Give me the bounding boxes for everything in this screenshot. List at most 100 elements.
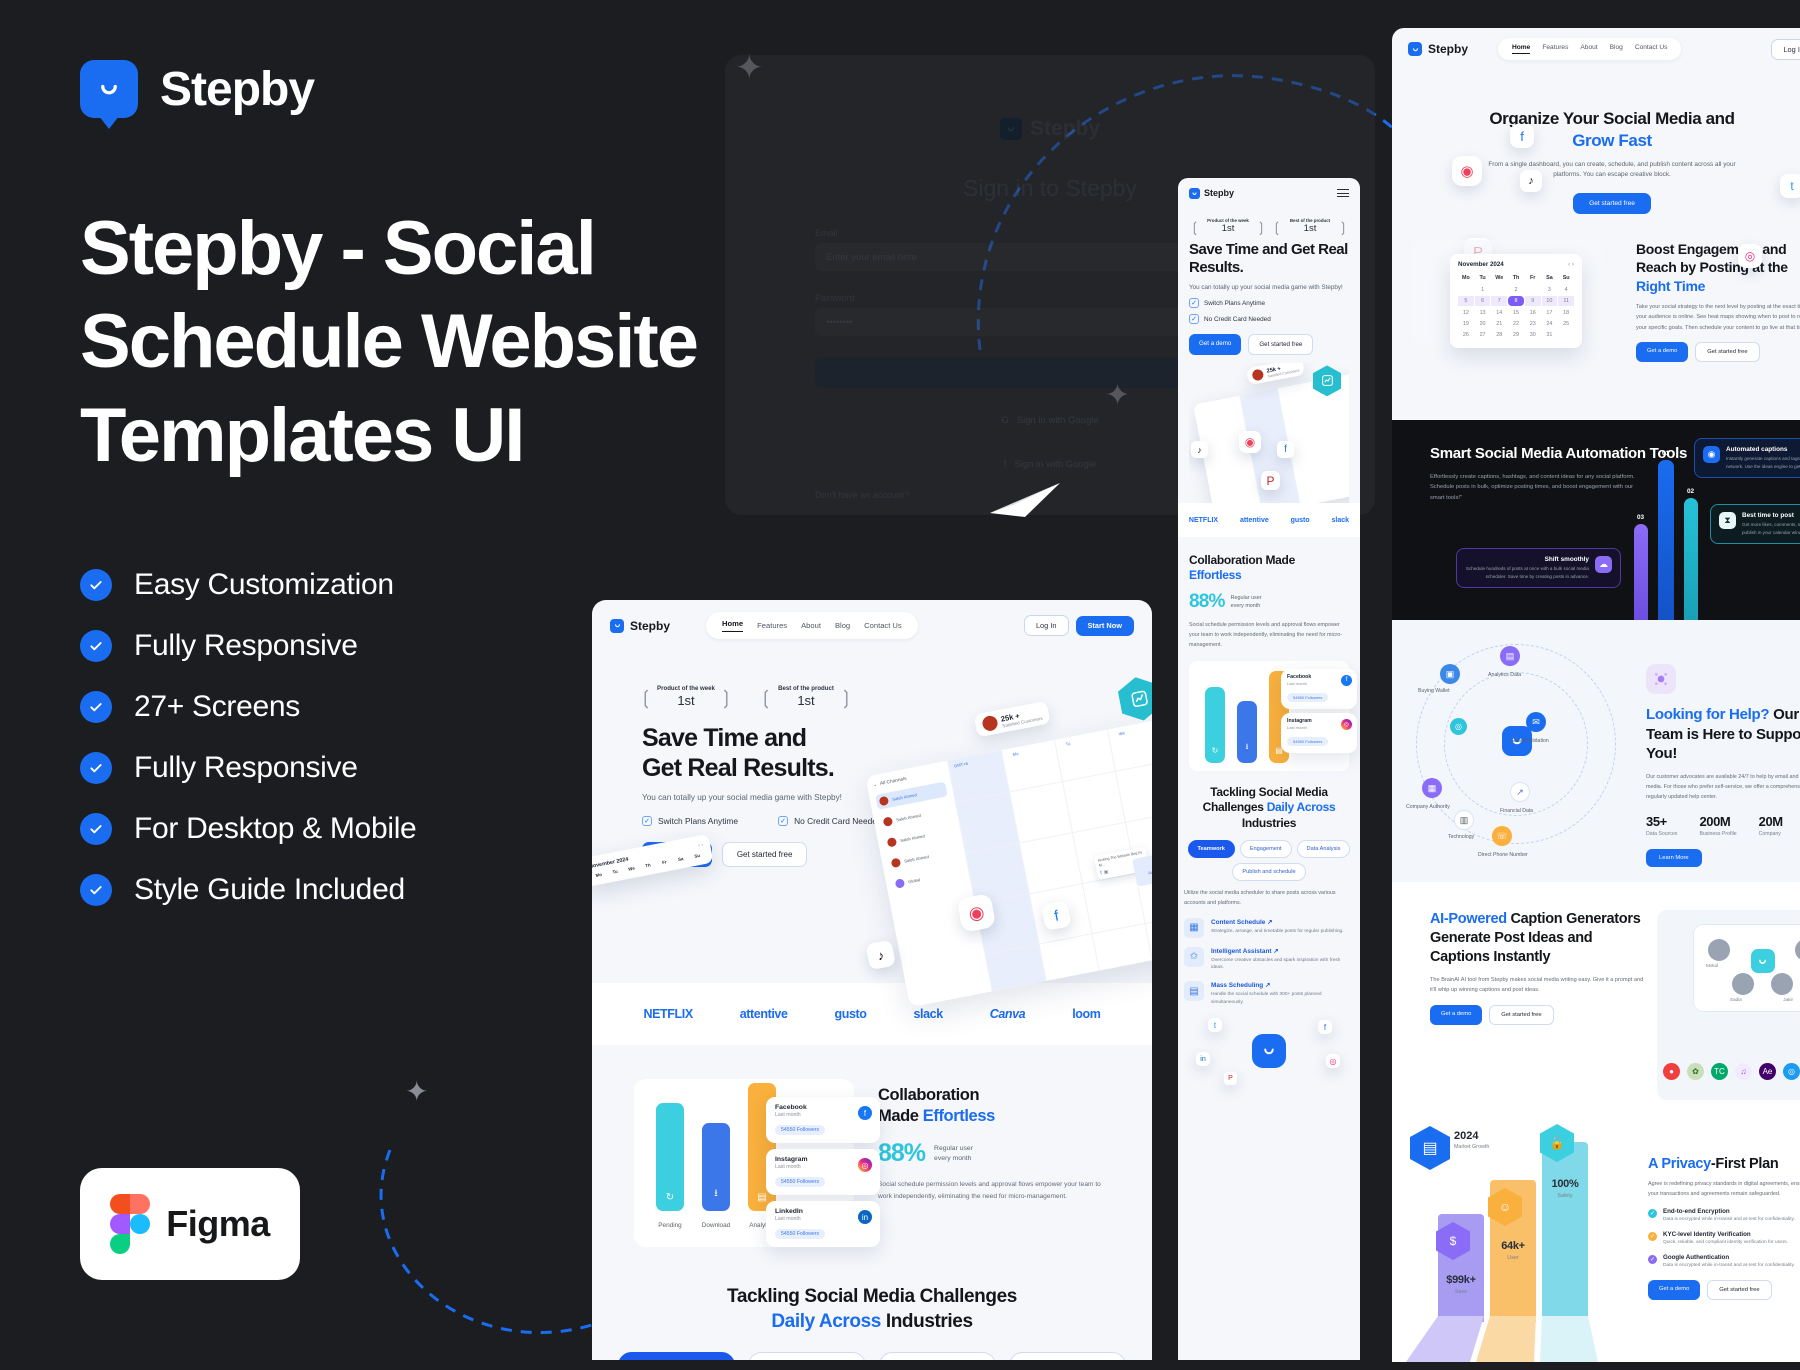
star-icon: ✩ — [1184, 946, 1204, 967]
external-link-icon[interactable]: ↗ — [1273, 948, 1278, 955]
smile-bubble-icon — [610, 618, 624, 633]
feature-label: Style Guide Included — [134, 873, 405, 907]
laurel-left-icon: ❲ — [1271, 218, 1283, 235]
organize-navbar: Stepby Home Features About Blog Contact … — [1392, 28, 1800, 70]
nav-item-contact[interactable]: Contact Us — [1635, 44, 1668, 54]
check-icon — [80, 813, 112, 846]
start-now-button[interactable]: Start Now — [1075, 615, 1134, 636]
mobile-check: ✓ No Credit Card Needed — [1189, 314, 1349, 325]
mobile-brand-strip: NETFLIX attentive gusto slack — [1178, 503, 1360, 538]
bot-icon: ◉ — [1703, 446, 1720, 463]
tiktok-icon: ♪ — [1191, 441, 1208, 459]
brand-logo: Stepby — [80, 60, 700, 118]
login-button[interactable]: Log In — [1023, 615, 1069, 636]
boost-free-button[interactable]: Get started free — [1695, 341, 1760, 362]
tackling-title: Tackling Social Media Challenges Daily A… — [727, 1286, 1017, 1332]
mobile-tabs: Teamwork Engagement Data Analysis Publis… — [1184, 840, 1354, 882]
hero-check: ✓ Switch Plans Anytime — [642, 816, 738, 826]
external-link-icon[interactable]: ↗ — [1265, 982, 1270, 989]
tab-data-analysis[interactable]: Data Analysis — [878, 1352, 996, 1360]
tab-teamwork[interactable]: Teamwork — [1187, 840, 1235, 859]
mobile-award-badges: ❲ ❳ Product of the week 1st ❲ ❳ Best of … — [1189, 218, 1349, 235]
direct-phone-icon: ☏ — [1492, 826, 1512, 846]
award-badge: ❲ ❳ Best of the product 1st — [758, 685, 854, 709]
collaboration-section: ↻ Pending ⭳ Download ▤ Analytics Faceboo… — [592, 1045, 1152, 1247]
tackling-section: Tackling Social Media Challenges Daily A… — [592, 1285, 1152, 1360]
tool-icon: ✿ — [1687, 1063, 1704, 1080]
hourglass-icon: ⧗ — [1719, 512, 1736, 529]
get-started-free-button[interactable]: Get started free — [721, 842, 808, 867]
mobile-demo-button[interactable]: Get a demo — [1189, 334, 1242, 356]
analytics-data-icon: ▤ — [1500, 646, 1520, 666]
bar-pending: ↻ — [656, 1103, 684, 1211]
tab-engagement[interactable]: Engagement — [1239, 840, 1292, 859]
calendar-nav-icons[interactable]: ‹ › — [698, 842, 704, 849]
privacy-demo-button[interactable]: Get a demo — [1648, 1280, 1701, 1301]
automation-card-03: ☁ Shift smoothly Schedule hundreds of po… — [1456, 548, 1621, 589]
buying-wallet-icon: ▣ — [1440, 664, 1460, 684]
support-icon — [1646, 664, 1676, 694]
calendar-month: November 2024 — [1458, 261, 1504, 269]
nav-item-home[interactable]: Home — [1512, 44, 1531, 54]
dribbble-icon: ◉ — [1452, 156, 1482, 186]
landing-brand[interactable]: Stepby — [610, 618, 670, 633]
nav-item-home[interactable]: Home — [722, 619, 744, 632]
landing-hero: ❲ ❳ Product of the week 1st ❲ ❳ Best of … — [592, 651, 1152, 1008]
nav-item-features[interactable]: Features — [757, 621, 787, 630]
mobile-dashboard-art: 25k + Satisfied Customers ♪ ◉ f P — [1189, 363, 1349, 504]
ai-free-button[interactable]: Get started free — [1489, 1004, 1554, 1025]
collaboration-body: Social schedule permission levels and ap… — [878, 1181, 1101, 1200]
privacy-free-button[interactable]: Get started free — [1707, 1280, 1772, 1301]
external-link-icon[interactable]: ↗ — [1267, 919, 1272, 926]
boost-title: Boost Engagement and Reach by Posting at… — [1636, 241, 1788, 294]
calendar-nav[interactable]: ‹ › — [1568, 261, 1574, 268]
avatar — [1795, 939, 1800, 961]
avatar — [1771, 973, 1793, 995]
check-icon: ✓ — [1189, 298, 1199, 309]
tab-engagement[interactable]: Engagement — [748, 1352, 866, 1360]
feature-label: Fully Responsive — [134, 629, 358, 663]
mobile-free-button[interactable]: Get started free — [1248, 334, 1314, 356]
password-label: Password — [815, 293, 855, 303]
avatar — [981, 714, 999, 733]
organize-brand[interactable]: Stepby — [1408, 42, 1468, 56]
tab-publish-schedule[interactable]: Publish and schedule — [1008, 1352, 1126, 1360]
brand-name: Stepby — [160, 62, 315, 116]
smile-bubble-icon — [80, 60, 138, 118]
hamburger-icon[interactable] — [1337, 187, 1349, 200]
nav-item-contact[interactable]: Contact Us — [864, 621, 902, 630]
dribbble-icon: ◉ — [1239, 431, 1261, 454]
mobile-brand[interactable]: Stepby — [1189, 187, 1234, 199]
smile-bubble-icon — [1252, 1034, 1286, 1069]
smile-bubble-icon — [1750, 949, 1775, 973]
nav-item-blog[interactable]: Blog — [835, 621, 850, 630]
refresh-icon: ↻ — [665, 1192, 675, 1203]
boost-demo-button[interactable]: Get a demo — [1636, 341, 1689, 362]
login-button[interactable]: Log In — [1771, 38, 1800, 60]
nav-item-about[interactable]: About — [801, 621, 821, 630]
nav-item-about[interactable]: About — [1580, 44, 1597, 54]
help-stats: 35+ Data Sources 200M Business Profile 2… — [1646, 813, 1783, 837]
check-icon: ✓ — [1648, 1255, 1657, 1265]
company-authority-icon: ▦ — [1422, 778, 1442, 798]
orbit-diagram: ▣ Buying Wallet ▤ Analytics Data ✉ Email… — [1392, 620, 1642, 882]
tab-data-analysis[interactable]: Data Analysis — [1296, 840, 1351, 859]
privacy-body: Agree is redefining privacy standards in… — [1648, 1181, 1800, 1197]
tool-icon: TC — [1711, 1063, 1728, 1080]
nav-item-blog[interactable]: Blog — [1610, 44, 1623, 54]
bar-pending: ↻ — [1205, 686, 1225, 763]
organize-cta-button[interactable]: Get started free — [1573, 193, 1651, 215]
shazam-icon: ◎ — [1783, 1063, 1800, 1080]
boost-section: November 2024 ‹ › Mo Tu We Th Fr Sa Su 1 — [1392, 214, 1800, 362]
learn-more-button[interactable]: Learn More — [1646, 848, 1702, 867]
nav-item-features[interactable]: Features — [1542, 44, 1568, 54]
facebook-icon: f — [1099, 870, 1103, 877]
check-icon — [80, 752, 112, 785]
tab-publish-schedule[interactable]: Publish and schedule — [1232, 863, 1306, 882]
avatar — [1708, 939, 1730, 961]
ai-demo-button[interactable]: Get a demo — [1430, 1004, 1483, 1025]
tab-teamwork[interactable]: Teamwork — [618, 1352, 736, 1360]
ai-body: The BrainAI AI tool from Stepby makes so… — [1430, 976, 1644, 993]
bar-download: ⭳ — [1237, 700, 1257, 763]
brand-canva: Canva — [989, 1007, 1026, 1021]
